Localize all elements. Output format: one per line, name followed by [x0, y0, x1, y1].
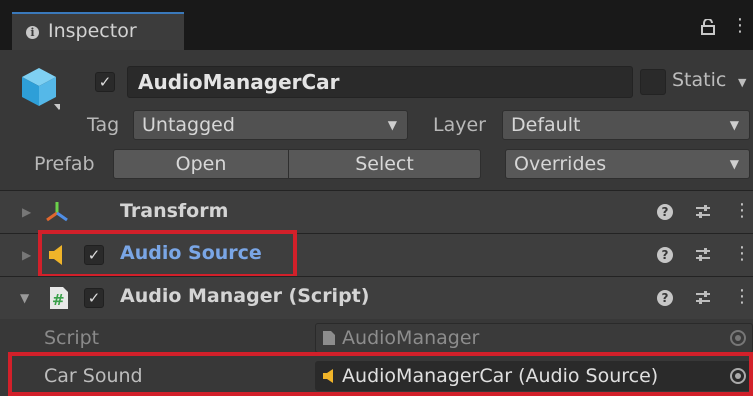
active-checkbox[interactable]: ✓: [95, 72, 115, 92]
layer-dropdown[interactable]: Default ▼: [502, 110, 750, 140]
chevron-down-icon: ▼: [729, 157, 739, 171]
component-title: Transform: [120, 200, 229, 222]
highlight-box: [38, 230, 297, 278]
tag-value: Untagged: [142, 114, 235, 136]
highlight-box: [8, 352, 753, 396]
static-dropdown-icon[interactable]: ▼: [738, 76, 746, 89]
transform-icon: [46, 202, 68, 222]
presets-icon[interactable]: [695, 291, 711, 305]
component-transform-header[interactable]: ▶ Transform ? ⋮: [0, 191, 753, 233]
script-field: AudioManager: [315, 323, 753, 353]
presets-icon[interactable]: [695, 248, 711, 262]
script-value: AudioManager: [342, 327, 480, 349]
layer-label: Layer: [433, 114, 486, 136]
script-icon: #: [50, 287, 68, 309]
tag-label: Tag: [87, 114, 120, 136]
component-audio-manager-header[interactable]: ▼ # ✓ Audio Manager (Script) ? ⋮: [0, 277, 753, 319]
tab-inspector-label: Inspector: [48, 20, 137, 42]
script-file-icon: [323, 331, 335, 345]
presets-icon[interactable]: [695, 205, 711, 219]
gameobject-cube-icon[interactable]: [18, 64, 60, 110]
component-menu-icon[interactable]: ⋮: [733, 288, 751, 306]
component-menu-icon[interactable]: ⋮: [733, 245, 751, 263]
prefab-overrides-dropdown[interactable]: Overrides ▼: [505, 149, 750, 179]
component-title: Audio Manager (Script): [120, 285, 370, 307]
chevron-down-icon: ▼: [729, 118, 739, 132]
overrides-label: Overrides: [514, 153, 607, 175]
chevron-down-icon: ▼: [387, 118, 397, 132]
script-enabled-checkbox[interactable]: ✓: [84, 288, 104, 308]
component-menu-icon[interactable]: ⋮: [733, 202, 751, 220]
help-icon[interactable]: ?: [657, 204, 673, 220]
info-icon: i: [26, 26, 39, 39]
layer-value: Default: [511, 114, 581, 136]
static-label[interactable]: Static: [672, 69, 726, 91]
tab-inspector[interactable]: i Inspector: [12, 12, 184, 50]
object-picker-icon: [730, 330, 746, 346]
gameobject-name-input[interactable]: AudioManagerCar: [127, 66, 633, 98]
help-icon[interactable]: ?: [657, 247, 673, 263]
foldout-arrow-icon[interactable]: ▼: [20, 291, 29, 305]
script-label: Script: [44, 327, 100, 349]
tag-dropdown[interactable]: Untagged ▼: [133, 110, 408, 140]
tab-menu-icon[interactable]: ⋮: [731, 17, 749, 35]
foldout-arrow-icon[interactable]: ▶: [22, 248, 31, 262]
prefab-open-button[interactable]: Open: [113, 149, 289, 179]
lock-icon[interactable]: [701, 19, 715, 35]
static-checkbox[interactable]: [640, 69, 666, 95]
svg-text:#: #: [52, 291, 65, 309]
prefab-select-button[interactable]: Select: [288, 149, 481, 179]
foldout-arrow-icon[interactable]: ▶: [22, 205, 31, 219]
help-icon[interactable]: ?: [657, 290, 673, 306]
prefab-label: Prefab: [34, 153, 95, 175]
